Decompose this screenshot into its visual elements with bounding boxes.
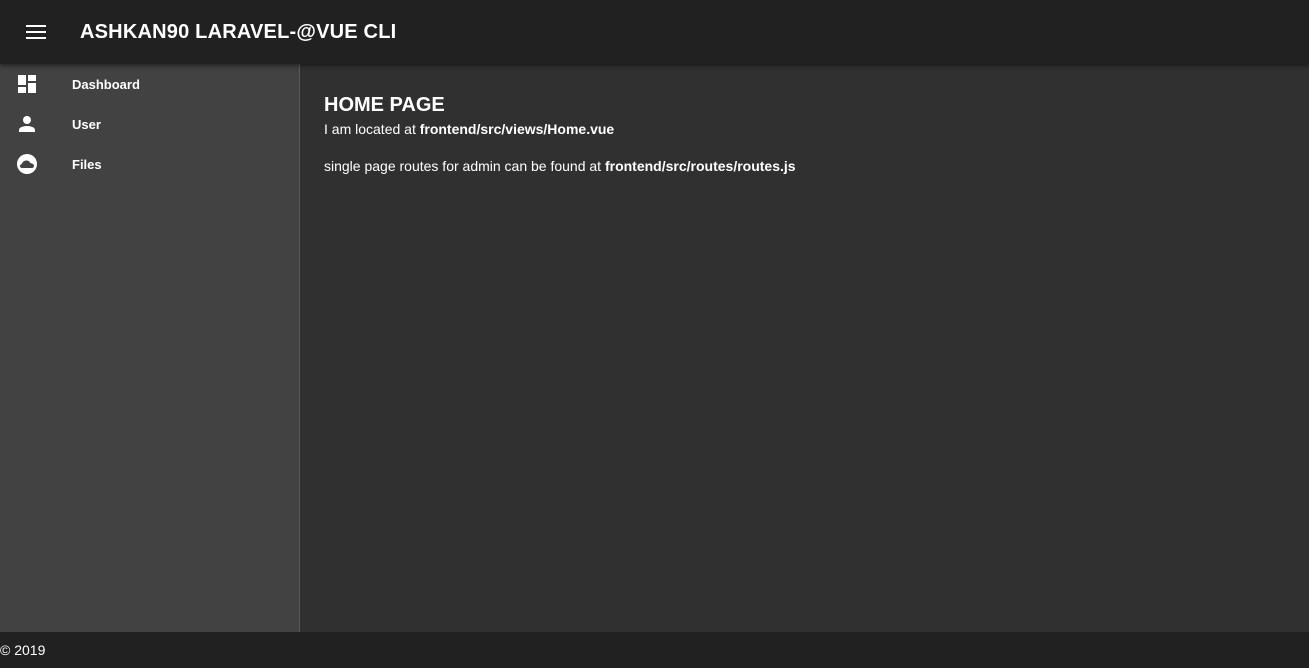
routes-path: frontend/src/routes/routes.js xyxy=(604,158,796,174)
page-title: HOME PAGE xyxy=(324,94,445,116)
footer: © 2019 xyxy=(0,632,1309,668)
sidebar-item-user[interactable]: User xyxy=(0,104,299,144)
sidebar-item-dashboard[interactable]: Dashboard xyxy=(0,64,299,104)
app-title: ASHKAN90 LARAVEL-@VUE CLI xyxy=(80,21,397,43)
location-text: I am located at frontend/src/views/Home.… xyxy=(324,120,614,138)
sidebar-item-label: Files xyxy=(72,157,102,172)
cloud-icon xyxy=(17,154,37,174)
sidebar: Dashboard User Files xyxy=(0,64,300,632)
copyright-text: © 2019 xyxy=(0,642,46,658)
location-path: frontend/src/views/Home.vue xyxy=(419,121,615,137)
hamburger-menu-icon xyxy=(26,25,46,39)
location-prefix: I am located at xyxy=(324,121,420,137)
sidebar-item-files[interactable]: Files xyxy=(0,144,299,184)
routes-prefix: single page routes for admin can be foun… xyxy=(324,158,605,174)
app-bar: ASHKAN90 LARAVEL-@VUE CLI xyxy=(0,0,1309,64)
routes-text: single page routes for admin can be foun… xyxy=(324,157,796,175)
person-icon xyxy=(17,114,37,134)
dashboard-icon xyxy=(17,74,37,94)
menu-button[interactable] xyxy=(16,12,56,52)
sidebar-item-label: Dashboard xyxy=(72,77,140,92)
main-content: HOME PAGE I am located at frontend/src/v… xyxy=(300,64,1309,632)
sidebar-item-label: User xyxy=(72,117,101,132)
